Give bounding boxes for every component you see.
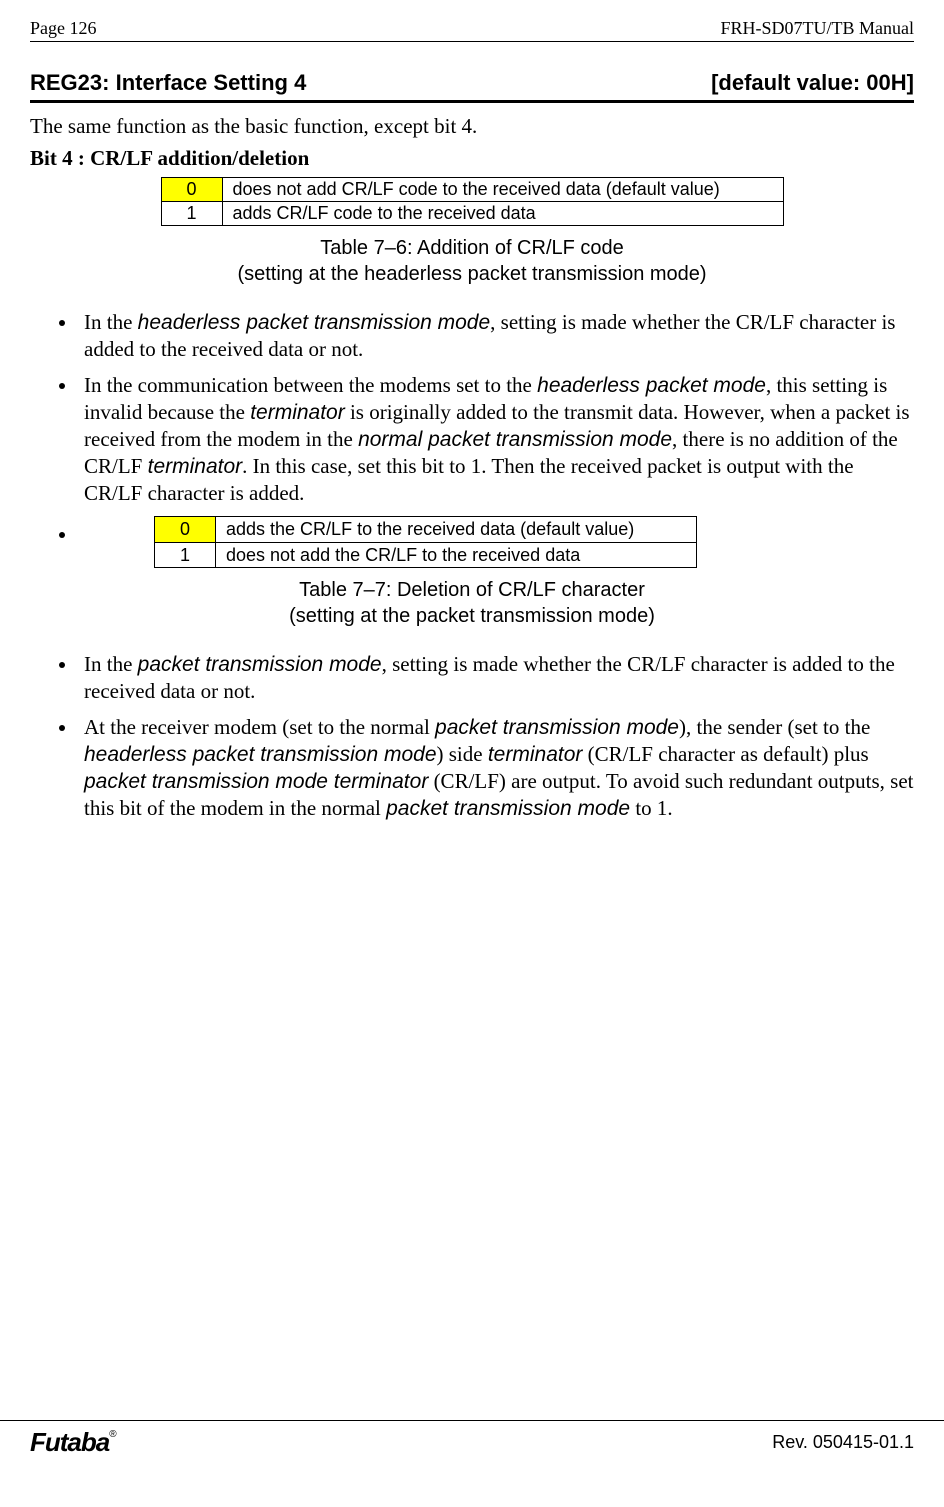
table-row: 0 does not add CR/LF code to the receive… (161, 178, 783, 202)
table-row: 1 does not add the CR/LF to the received… (155, 542, 697, 567)
section-title: REG23: Interface Setting 4 (30, 70, 306, 96)
table-row: 1 adds CR/LF code to the received data (161, 202, 783, 226)
table-cell-key: 1 (155, 542, 216, 567)
bullet-list-1: In the headerless packet transmission mo… (30, 309, 914, 568)
list-item: In the packet transmission mode, setting… (78, 651, 914, 704)
list-item-blank: 0 adds the CR/LF to the received data (d… (78, 516, 914, 568)
caption-line: Table 7–7: Deletion of CR/LF character (299, 579, 645, 601)
page-footer: Futaba® Rev. 050415-01.1 (0, 1420, 944, 1472)
section-default: [default value: 00H] (711, 70, 914, 96)
caption-line: (setting at the packet transmission mode… (289, 605, 655, 627)
list-item: At the receiver modem (set to the normal… (78, 714, 914, 822)
caption-line: (setting at the headerless packet transm… (237, 263, 706, 285)
list-item: In the headerless packet transmission mo… (78, 309, 914, 362)
table-cell-value: adds CR/LF code to the received data (222, 202, 783, 226)
bullet-list-2: In the packet transmission mode, setting… (30, 651, 914, 822)
revision-text: Rev. 050415-01.1 (772, 1432, 914, 1453)
table-cell-value: adds the CR/LF to the received data (def… (216, 517, 697, 542)
list-item: In the communication between the modems … (78, 372, 914, 506)
crlf-addition-table: 0 does not add CR/LF code to the receive… (161, 177, 784, 226)
section-heading: REG23: Interface Setting 4 [default valu… (30, 70, 914, 103)
table-caption-1: Table 7–6: Addition of CR/LF code (setti… (30, 236, 914, 287)
futaba-logo: Futaba® (30, 1427, 116, 1458)
table-cell-key: 0 (155, 517, 216, 542)
crlf-deletion-table: 0 adds the CR/LF to the received data (d… (154, 516, 697, 568)
table-cell-value: does not add the CR/LF to the received d… (216, 542, 697, 567)
page-header: Page 126 FRH-SD07TU/TB Manual (30, 18, 914, 42)
manual-title: FRH-SD07TU/TB Manual (721, 18, 915, 39)
table-caption-2: Table 7–7: Deletion of CR/LF character (… (30, 578, 914, 629)
caption-line: Table 7–6: Addition of CR/LF code (320, 237, 624, 259)
intro-text: The same function as the basic function,… (30, 113, 914, 139)
table-cell-key: 1 (161, 202, 222, 226)
table-row: 0 adds the CR/LF to the received data (d… (155, 517, 697, 542)
table-cell-key: 0 (161, 178, 222, 202)
bit4-heading: Bit 4 : CR/LF addition/deletion (30, 145, 914, 171)
page-number: Page 126 (30, 18, 97, 39)
table-cell-value: does not add CR/LF code to the received … (222, 178, 783, 202)
